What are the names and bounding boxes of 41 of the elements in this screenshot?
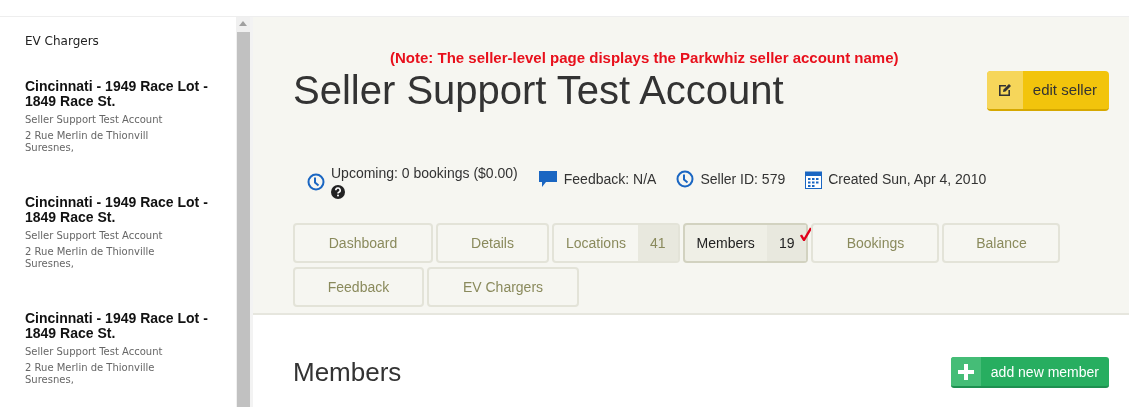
tab[interactable]: Locations 41: [552, 223, 680, 263]
sidebar-heading: EV Chargers: [25, 34, 100, 48]
stat-text: Upcoming: 0 bookings ($0.00): [331, 165, 518, 181]
location-address: 2 Rue Merlin de Thionville: [25, 362, 156, 374]
stat-text: Created Sun, Apr 4, 2010: [828, 171, 987, 187]
location-title[interactable]: Cincinnati - 1949 Race Lot - 1849 Race St.: [25, 79, 210, 109]
location-city: Suresnes,: [25, 258, 75, 270]
location-address: 2 Rue Merlin de Thionville: [25, 246, 156, 258]
clock-icon: [307, 173, 325, 191]
calendar-icon: [805, 169, 823, 189]
location-address: 2 Rue Merlin de Thionvill: [25, 130, 150, 142]
location-seller: Seller Support Test Account: [25, 346, 164, 357]
chat-icon: [537, 170, 558, 188]
edit-icon: [997, 82, 1012, 97]
scroll-up-icon[interactable]: [239, 21, 247, 26]
tab[interactable]: EV Chargers: [427, 267, 579, 307]
location-title[interactable]: Cincinnati - 1949 Race Lot - 1849 Race St.: [25, 195, 210, 225]
check-icon: [800, 227, 813, 241]
page-title: Seller Support Test Account: [293, 68, 784, 113]
tab[interactable]: Members 19: [682, 223, 809, 263]
section-heading: Members: [293, 357, 402, 388]
stat-text: Seller ID: 579: [700, 171, 786, 187]
scrollbar[interactable]: [236, 17, 253, 407]
location-seller: Seller Support Test Account: [25, 230, 164, 241]
tab[interactable]: Feedback: [293, 267, 424, 307]
location-seller: Seller Support Test Account: [25, 114, 164, 125]
annotation-note: (Note: The seller-level page displays the Parkwhiz seller account name): [389, 49, 900, 66]
stat-text: Feedback: N/A: [563, 171, 657, 187]
tab[interactable]: Dashboard: [293, 223, 433, 263]
edit-seller-button[interactable]: edit seller: [986, 70, 1109, 111]
help-icon[interactable]: [331, 185, 345, 199]
tab[interactable]: Balance: [942, 223, 1061, 263]
tab[interactable]: Details: [436, 223, 549, 263]
scrollbar-thumb[interactable]: [236, 32, 250, 407]
location-title[interactable]: Cincinnati - 1949 Race Lot - 1849 Race St.: [25, 311, 210, 341]
location-city: Suresnes,: [25, 142, 75, 154]
clock-icon: [676, 170, 695, 188]
add-member-button[interactable]: add new member: [950, 357, 1109, 388]
plus-icon: [957, 363, 974, 380]
location-city: Suresnes,: [25, 374, 75, 386]
tab[interactable]: Bookings: [811, 223, 940, 263]
